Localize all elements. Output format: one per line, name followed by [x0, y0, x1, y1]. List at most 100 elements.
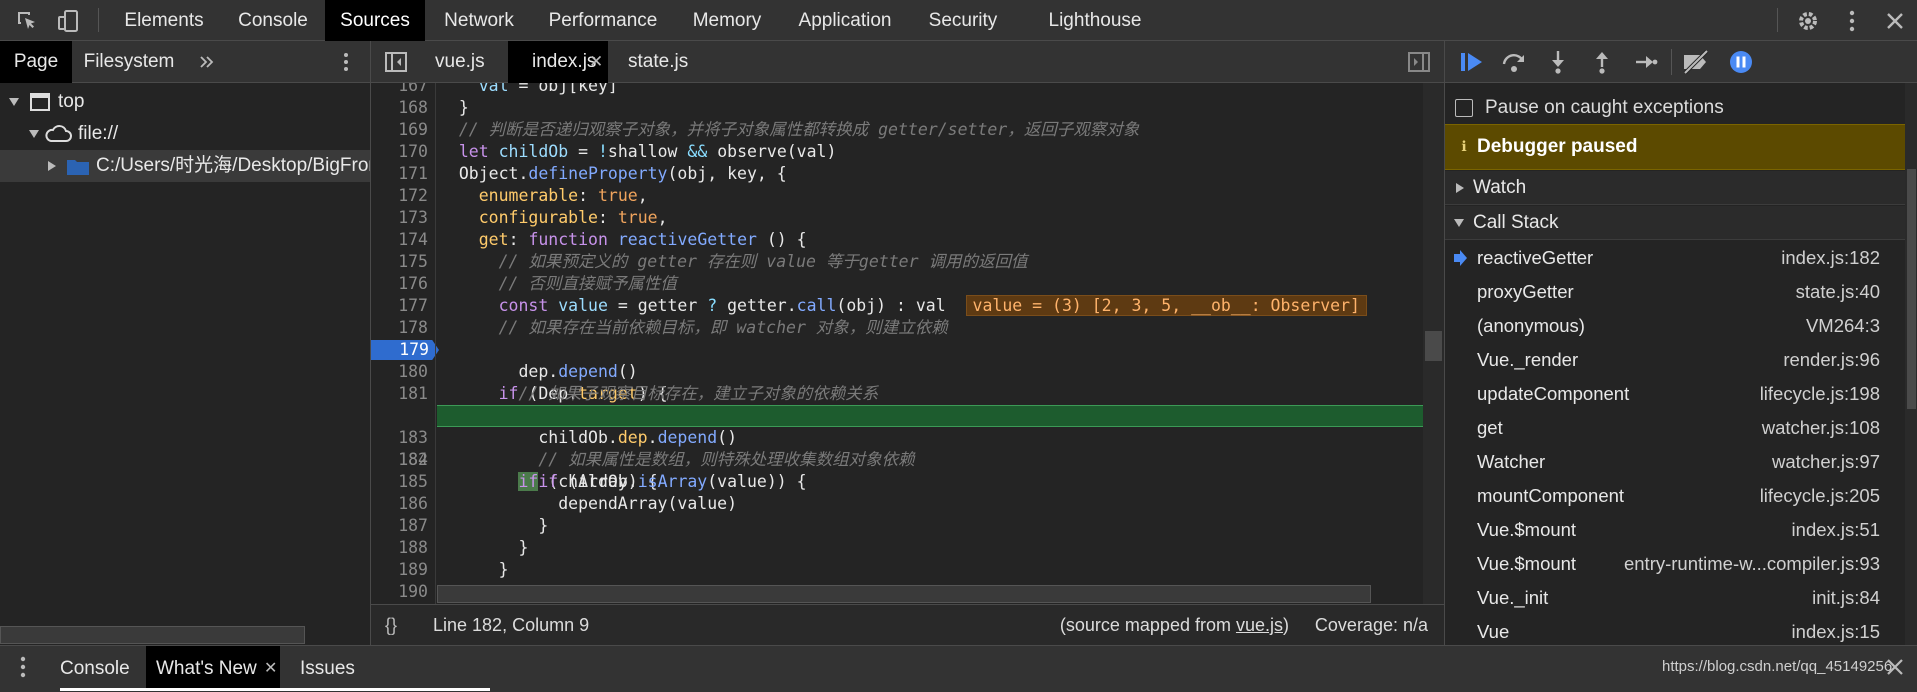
- pause-on-caught-row[interactable]: Pause on caught exceptions: [1455, 93, 1895, 123]
- close-tab-icon[interactable]: ✕: [264, 646, 277, 691]
- navigator-horizontal-scrollbar[interactable]: [0, 626, 305, 644]
- call-frame-row[interactable]: updateComponent lifecycle.js:198: [1445, 377, 1900, 411]
- tree-label-origin: file://: [78, 123, 119, 144]
- tree-item-file-origin[interactable]: file://: [0, 118, 370, 150]
- more-tabs-chevron-icon[interactable]: [196, 51, 218, 73]
- editor-tab-label: index.js: [532, 51, 597, 72]
- frame-location: state.js:40: [1795, 281, 1880, 302]
- deactivate-breakpoints-icon[interactable]: [1681, 50, 1709, 74]
- code-line: 183 childOb.dep.depend(): [398, 428, 738, 447]
- call-frame-row[interactable]: get watcher.js:108: [1445, 411, 1900, 445]
- close-tab-icon[interactable]: ✕: [589, 41, 603, 83]
- close-devtools-icon[interactable]: [1882, 8, 1908, 34]
- tab-network[interactable]: Network: [432, 0, 526, 41]
- call-frame-row[interactable]: proxyGetter state.js:40: [1445, 275, 1900, 309]
- source-mapped-info: (source mapped from vue.js): [1059, 615, 1289, 635]
- step-into-icon[interactable]: [1545, 50, 1571, 74]
- code-line: 176 // 否则直接赋予属性值: [398, 274, 677, 293]
- frame-location: VM264:3: [1805, 315, 1880, 336]
- tab-performance[interactable]: Performance: [537, 0, 669, 41]
- call-stack-section-header[interactable]: Call Stack: [1445, 206, 1905, 240]
- watermark-text: https://blog.csdn.net/qq_45149256: [1662, 658, 1893, 675]
- toggle-navigator-icon[interactable]: [385, 51, 407, 73]
- toolbar-divider: [1671, 49, 1672, 75]
- drawer-menu-icon[interactable]: [20, 656, 26, 678]
- pause-on-caught-checkbox[interactable]: [1455, 99, 1473, 117]
- code-line-breakpoint: 179 if (Dep.target) {: [371, 339, 1421, 403]
- tab-lighthouse[interactable]: Lighthouse: [1035, 0, 1155, 41]
- expanded-triangle-icon: [1453, 218, 1465, 228]
- sidebar-vertical-scrollbar[interactable]: [1905, 83, 1917, 645]
- tab-filesystem[interactable]: Filesystem: [78, 41, 180, 83]
- scrollbar-thumb[interactable]: [1907, 169, 1916, 409]
- frame-location: init.js:84: [1812, 587, 1880, 608]
- toggle-debugger-icon[interactable]: [1408, 51, 1430, 73]
- call-frame-row[interactable]: Vue._init init.js:84: [1445, 581, 1900, 615]
- call-frame-row[interactable]: reactiveGetter index.js:182: [1445, 241, 1900, 275]
- code-area[interactable]: 167 val = obj[key] 168 } 169 // 判断是否递归观察…: [371, 83, 1444, 604]
- tab-elements[interactable]: Elements: [110, 0, 218, 41]
- call-frame-row[interactable]: Vue index.js:15: [1445, 615, 1900, 645]
- inspect-element-icon[interactable]: [14, 8, 40, 34]
- code-line: 187 }: [398, 516, 549, 535]
- tree-item-top[interactable]: top: [0, 86, 370, 118]
- collapsed-triangle-icon: [1455, 182, 1465, 194]
- drawer-tabbar: Console What's New ✕ Issues https://blog…: [0, 645, 1917, 692]
- call-frame-row[interactable]: Watcher watcher.js:97: [1445, 445, 1900, 479]
- drawer-tab-issues[interactable]: Issues: [292, 646, 362, 691]
- source-editor: vue.js index.js ✕ state.js 167 val = obj…: [371, 41, 1444, 645]
- code-line: 169 // 判断是否递归观察子对象，并将子对象属性都转换成 getter/se…: [398, 120, 1140, 139]
- code-line: 181 // 如果子观察目标存在，建立子对象的依赖关系: [398, 384, 879, 403]
- tab-page[interactable]: Page: [0, 41, 72, 83]
- frame-location: lifecycle.js:198: [1759, 383, 1880, 404]
- code-vertical-scrollbar[interactable]: [1423, 83, 1444, 604]
- step-out-icon[interactable]: [1589, 50, 1615, 74]
- tab-sources[interactable]: Sources: [325, 0, 425, 41]
- pretty-print-button[interactable]: {}: [385, 605, 397, 645]
- tree-item-folder[interactable]: C:/Users/时光海/Desktop/BigFror: [0, 150, 370, 182]
- device-toolbar-icon[interactable]: [56, 8, 82, 34]
- drawer-tab-console[interactable]: Console: [52, 646, 140, 691]
- editor-tab-index-js[interactable]: index.js ✕: [508, 41, 608, 83]
- tab-console[interactable]: Console: [226, 0, 320, 41]
- code-line: 173 configurable: true,: [398, 208, 668, 227]
- call-stack-label: Call Stack: [1473, 212, 1559, 233]
- resume-icon[interactable]: [1459, 50, 1485, 74]
- cursor-position: Line 182, Column 9: [433, 615, 590, 635]
- call-frame-row[interactable]: Vue.$mount index.js:51: [1445, 513, 1900, 547]
- source-map-link[interactable]: vue.js: [1236, 615, 1283, 635]
- call-frame-row[interactable]: Vue.$mount entry-runtime-w...compiler.js:…: [1445, 547, 1900, 581]
- editor-tab-state-js[interactable]: state.js: [614, 41, 694, 83]
- frame-name: reactiveGetter: [1477, 247, 1594, 268]
- frame-name: Watcher: [1477, 451, 1546, 472]
- frame-name: (anonymous): [1477, 315, 1585, 336]
- close-drawer-icon[interactable]: [1886, 658, 1904, 676]
- scrollbar-thumb[interactable]: [1425, 331, 1442, 361]
- code-horizontal-scrollbar[interactable]: [437, 585, 1371, 603]
- settings-gear-icon[interactable]: [1795, 8, 1821, 34]
- toolbar-divider: [1777, 8, 1778, 32]
- step-icon[interactable]: [1633, 50, 1659, 74]
- drawer-tab-whats-new[interactable]: What's New ✕: [146, 646, 280, 691]
- tab-memory[interactable]: Memory: [680, 0, 774, 41]
- tab-application[interactable]: Application: [786, 0, 904, 41]
- step-over-icon[interactable]: [1501, 50, 1527, 74]
- call-frame-row[interactable]: (anonymous) VM264:3: [1445, 309, 1900, 343]
- paused-message: Debugger paused: [1477, 136, 1638, 157]
- frame-location: index.js:15: [1791, 621, 1880, 642]
- editor-tab-vue-js[interactable]: vue.js: [415, 41, 497, 83]
- navigator-menu-icon[interactable]: [338, 51, 354, 73]
- drawer-resize-indicator: [60, 688, 490, 691]
- breakpoint-marker[interactable]: 179: [371, 340, 439, 360]
- call-frame-row[interactable]: mountComponent lifecycle.js:205: [1445, 479, 1900, 513]
- code-line: 184 // 如果属性是数组，则特殊处理收集数组对象依赖: [398, 450, 915, 469]
- watch-section-header[interactable]: Watch: [1445, 171, 1905, 205]
- call-frame-row[interactable]: Vue._render render.js:96: [1445, 343, 1900, 377]
- tab-security[interactable]: Security: [916, 0, 1010, 41]
- collapsed-triangle-icon: [46, 160, 58, 172]
- pause-on-exceptions-icon[interactable]: [1729, 50, 1755, 74]
- frame-location: watcher.js:97: [1772, 451, 1880, 472]
- editor-tabs: vue.js index.js ✕ state.js: [371, 41, 1444, 83]
- more-options-icon[interactable]: [1842, 8, 1862, 34]
- editor-status-bar: {} Line 182, Column 9 (source mapped fro…: [371, 604, 1444, 645]
